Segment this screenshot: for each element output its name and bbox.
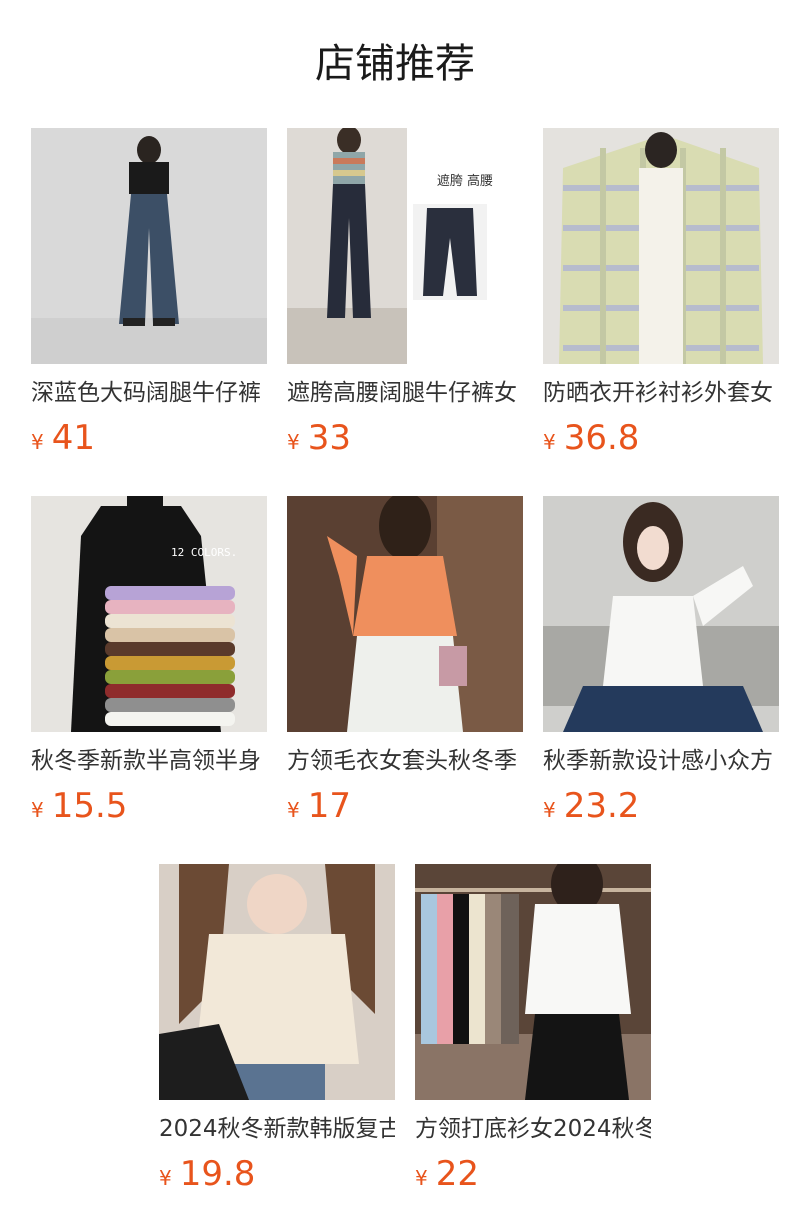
product-card[interactable]: 秋季新款设计感小众方 ¥23.2 — [543, 496, 779, 830]
product-name[interactable]: 秋季新款设计感小众方 — [543, 744, 779, 778]
image-caption: 遮胯 高腰 — [436, 174, 494, 189]
product-card[interactable]: 方领打底衫女2024秋冬 ¥22 — [415, 864, 651, 1198]
product-price: ¥23.2 — [543, 782, 779, 830]
price-value: 19.8 — [179, 1154, 256, 1194]
currency-symbol: ¥ — [543, 798, 556, 822]
image-caption: 12 COLORS. — [171, 546, 238, 559]
product-image[interactable] — [543, 128, 779, 364]
product-image[interactable] — [287, 496, 523, 732]
product-name[interactable]: 秋冬季新款半高领半身 — [31, 744, 267, 778]
product-name[interactable]: 防晒衣开衫衬衫外套女 — [543, 376, 779, 410]
product-price: ¥22 — [415, 1150, 651, 1198]
price-value: 36.8 — [563, 418, 640, 458]
price-value: 17 — [307, 786, 351, 826]
product-image[interactable]: 12 COLORS. — [31, 496, 267, 732]
product-price: ¥36.8 — [543, 414, 779, 462]
product-image[interactable] — [31, 128, 267, 364]
product-name[interactable]: 遮胯高腰阔腿牛仔裤女 — [287, 376, 523, 410]
currency-symbol: ¥ — [159, 1166, 172, 1190]
price-value: 41 — [51, 418, 95, 458]
product-name[interactable]: 方领毛衣女套头秋冬季 — [287, 744, 523, 778]
price-value: 22 — [435, 1154, 479, 1194]
currency-symbol: ¥ — [543, 430, 556, 454]
product-price: ¥41 — [31, 414, 267, 462]
product-image[interactable] — [415, 864, 651, 1100]
product-price: ¥33 — [287, 414, 523, 462]
currency-symbol: ¥ — [31, 798, 44, 822]
product-price: ¥17 — [287, 782, 523, 830]
product-name[interactable]: 2024秋冬新款韩版复古 — [159, 1112, 395, 1146]
product-card[interactable]: 12 COLORS. 秋冬季新款半高领半身 ¥15.5 — [31, 496, 267, 830]
currency-symbol: ¥ — [287, 430, 300, 454]
product-name[interactable]: 方领打底衫女2024秋冬 — [415, 1112, 651, 1146]
product-image[interactable]: 遮胯 高腰 — [287, 128, 523, 364]
product-name[interactable]: 深蓝色大码阔腿牛仔裤 — [31, 376, 267, 410]
product-card[interactable]: 遮胯 高腰 遮胯高腰阔腿牛仔裤女 ¥33 — [287, 128, 523, 462]
product-image[interactable] — [543, 496, 779, 732]
currency-symbol: ¥ — [31, 430, 44, 454]
product-card[interactable]: 防晒衣开衫衬衫外套女 ¥36.8 — [543, 128, 779, 462]
product-card[interactable]: 方领毛衣女套头秋冬季 ¥17 — [287, 496, 523, 830]
currency-symbol: ¥ — [415, 1166, 428, 1190]
currency-symbol: ¥ — [287, 798, 300, 822]
price-value: 15.5 — [51, 786, 128, 826]
product-card[interactable]: 深蓝色大码阔腿牛仔裤 ¥41 — [31, 128, 267, 462]
product-price: ¥19.8 — [159, 1150, 395, 1198]
page-title: 店铺推荐 — [315, 41, 475, 87]
product-price: ¥15.5 — [31, 782, 267, 830]
product-card[interactable]: 2024秋冬新款韩版复古 ¥19.8 — [159, 864, 395, 1198]
price-value: 33 — [307, 418, 351, 458]
product-image[interactable] — [159, 864, 395, 1100]
price-value: 23.2 — [563, 786, 640, 826]
